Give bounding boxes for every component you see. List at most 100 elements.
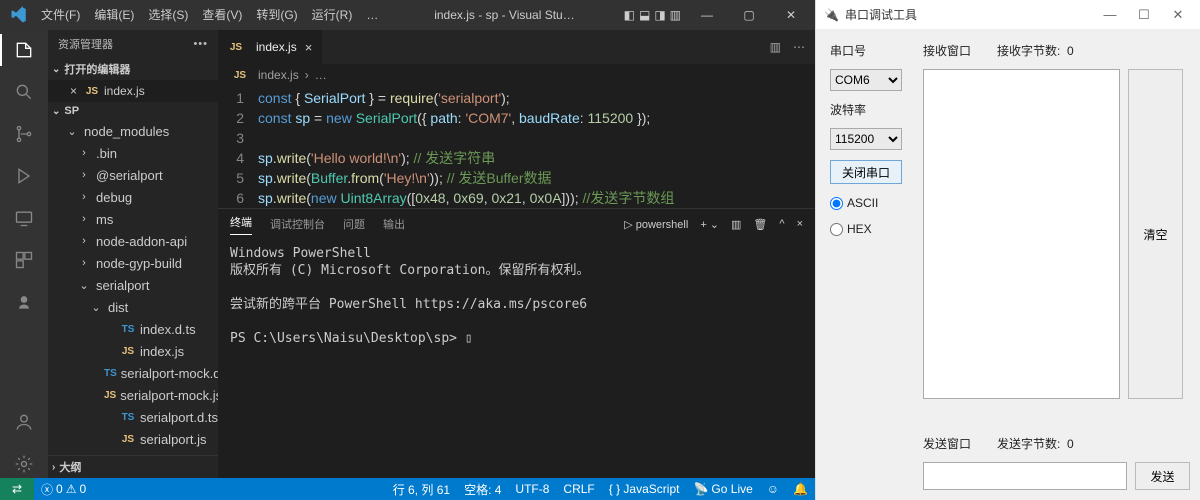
extensions-icon[interactable] (10, 246, 38, 274)
explorer-title: 资源管理器 (58, 36, 113, 52)
toggle-panel-bottom-icon[interactable]: ⬓ (639, 8, 650, 22)
status-eol[interactable]: CRLF (556, 482, 601, 496)
output-tab[interactable]: 输出 (383, 216, 405, 232)
code-editor[interactable]: 123456 const { SerialPort } = require('s… (218, 86, 815, 208)
js-file-icon: JS (120, 434, 136, 445)
remote-indicator[interactable]: ⇄ (0, 478, 34, 500)
editor-tabs: JS index.js × ▥ ⋯ (218, 30, 815, 64)
explorer-icon[interactable] (10, 36, 38, 64)
kill-terminal-icon[interactable]: 🗑 (753, 218, 767, 231)
shell-picker[interactable]: ▷ powershell (624, 218, 688, 231)
maximize-panel-icon[interactable]: ^ (779, 218, 784, 230)
menu-item[interactable]: 编辑(E) (87, 8, 141, 22)
open-editors-section[interactable]: ⌄ 打开的编辑器 (48, 58, 218, 80)
window-close-button[interactable]: ✕ (1164, 7, 1192, 23)
hex-radio[interactable]: HEX (830, 222, 915, 236)
status-errors[interactable]: ⓧ 0 ⚠ 0 (34, 481, 93, 498)
problems-tab[interactable]: 问题 (343, 216, 365, 232)
menu-item[interactable]: … (359, 8, 385, 22)
tree-item[interactable]: TSserialport.d.ts (48, 406, 218, 428)
tree-item[interactable]: ›node-gyp-build (48, 252, 218, 274)
menu-item[interactable]: 选择(S) (141, 8, 195, 22)
open-editor-item[interactable]: × JS index.js (48, 80, 218, 102)
status-feedback-icon[interactable]: ☺ (760, 482, 786, 496)
tree-item[interactable]: JSserialport.js (48, 428, 218, 450)
clear-button[interactable]: 清空 (1128, 69, 1183, 399)
split-editor-icon[interactable]: ▥ (770, 40, 781, 54)
send-input[interactable] (923, 462, 1127, 490)
editor-tab[interactable]: JS index.js × (218, 30, 323, 64)
linux-icon[interactable] (10, 288, 38, 316)
tree-item[interactable]: JSserialport-mock.js (48, 384, 218, 406)
status-encoding[interactable]: UTF-8 (508, 482, 556, 496)
vscode-window: 文件(F)编辑(E)选择(S)查看(V)转到(G)运行(R)… index.js… (0, 0, 815, 500)
tab-more-icon[interactable]: ⋯ (793, 40, 805, 54)
debug-console-tab[interactable]: 调试控制台 (270, 216, 325, 232)
window-minimize-button[interactable]: — (1096, 7, 1124, 23)
tree-item[interactable]: TSindex.d.ts (48, 318, 218, 340)
toggle-panel-left-icon[interactable]: ◧ (624, 8, 635, 22)
status-cursor[interactable]: 行 6, 列 61 (386, 481, 457, 498)
search-icon[interactable] (10, 78, 38, 106)
send-bytes-label: 发送字节数: 0 (997, 435, 1074, 452)
window-minimize-button[interactable]: — (687, 0, 727, 30)
tree-item[interactable]: TSserialport-mock.d… (48, 362, 218, 384)
serial-app-icon: 🔌 (824, 8, 839, 22)
tree-item[interactable]: ›.bin (48, 142, 218, 164)
layout-icons[interactable]: ◧ ⬓ ◨ ▥ (624, 8, 687, 22)
status-bar: ⇄ ⓧ 0 ⚠ 0 行 6, 列 61 空格: 4 UTF-8 CRLF { }… (0, 478, 815, 500)
close-icon[interactable]: × (70, 84, 84, 98)
code-lines[interactable]: const { SerialPort } = require('serialpo… (258, 88, 815, 208)
terminal-output[interactable]: Windows PowerShell 版权所有 (C) Microsoft Co… (218, 239, 815, 433)
tree-item[interactable]: ›debug (48, 186, 218, 208)
project-root-section[interactable]: ⌄ SP (48, 102, 218, 120)
tab-close-icon[interactable]: × (305, 40, 313, 55)
file-tree: ⌄node_modules›.bin›@serialport›debug›ms›… (48, 120, 218, 455)
menu-item[interactable]: 转到(G) (249, 8, 304, 22)
close-panel-icon[interactable]: × (797, 218, 803, 230)
close-port-button[interactable]: 关闭串口 (830, 160, 902, 184)
status-language[interactable]: { } JavaScript (602, 482, 687, 496)
tree-item[interactable]: ⌄dist (48, 296, 218, 318)
run-debug-icon[interactable] (10, 162, 38, 190)
split-terminal-icon[interactable]: ▥ (731, 218, 741, 231)
serial-title-bar: 🔌 串口调试工具 — ☐ ✕ (816, 0, 1200, 30)
send-button[interactable]: 发送 (1135, 462, 1190, 490)
tree-item[interactable]: ›@serialport (48, 164, 218, 186)
port-select[interactable]: COM6 (830, 69, 902, 91)
menu-item[interactable]: 文件(F) (34, 8, 87, 22)
status-indent[interactable]: 空格: 4 (457, 481, 508, 498)
explorer-more-icon[interactable]: ••• (193, 38, 208, 50)
receive-textarea[interactable] (923, 69, 1120, 399)
tree-item[interactable]: ⌄node_modules (48, 120, 218, 142)
baud-select[interactable]: 115200 (830, 128, 902, 150)
customize-layout-icon[interactable]: ▥ (670, 8, 681, 22)
window-maximize-button[interactable]: ☐ (1130, 7, 1158, 23)
menu-bar: 文件(F)编辑(E)选择(S)查看(V)转到(G)运行(R)… (34, 0, 385, 30)
recv-bytes-label: 接收字节数: 0 (997, 42, 1074, 59)
tree-item[interactable]: ›node-addon-api (48, 230, 218, 252)
remote-explorer-icon[interactable] (10, 204, 38, 232)
menu-item[interactable]: 查看(V) (195, 8, 249, 22)
breadcrumb[interactable]: JS index.js › … (218, 64, 815, 86)
window-maximize-button[interactable]: ▢ (729, 0, 769, 30)
chevron-right-icon: › (305, 68, 309, 82)
window-close-button[interactable]: ✕ (771, 0, 811, 30)
ascii-radio[interactable]: ASCII (830, 196, 915, 210)
terminal-tab[interactable]: 终端 (230, 214, 252, 235)
status-golive[interactable]: 📡 Go Live (686, 482, 759, 496)
menu-item[interactable]: 运行(R) (305, 8, 360, 22)
js-file-icon: JS (228, 42, 244, 53)
source-control-icon[interactable] (10, 120, 38, 148)
settings-gear-icon[interactable] (10, 450, 38, 478)
new-terminal-icon[interactable]: + ⌄ (700, 218, 719, 231)
accounts-icon[interactable] (10, 408, 38, 436)
toggle-panel-right-icon[interactable]: ◨ (654, 8, 665, 22)
tree-item[interactable]: ›ms (48, 208, 218, 230)
tree-item[interactable]: JSindex.js (48, 340, 218, 362)
status-notifications-icon[interactable]: 🔔 (786, 482, 815, 496)
outline-section[interactable]: › 大纲 (48, 455, 218, 478)
serial-debug-window: 🔌 串口调试工具 — ☐ ✕ 串口号 COM6 波特率 115200 关闭串口 … (815, 0, 1200, 500)
tree-item[interactable]: ⌄serialport (48, 274, 218, 296)
line-gutter: 123456 (218, 88, 258, 208)
